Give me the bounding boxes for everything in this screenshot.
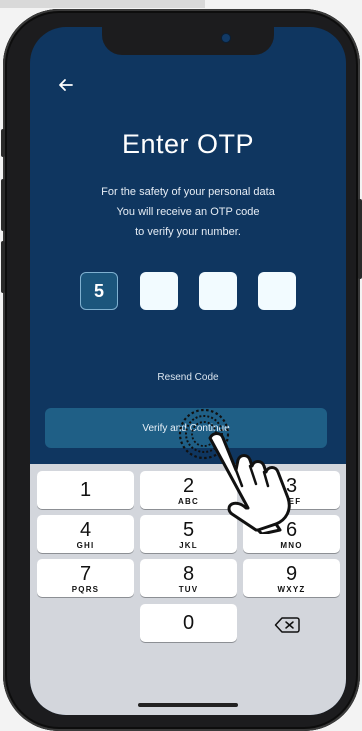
description-line: to verify your number. bbox=[135, 226, 241, 238]
key-5[interactable]: 5 JKL bbox=[140, 515, 237, 553]
key-0[interactable]: 0 bbox=[140, 604, 237, 642]
key-number: 7 bbox=[79, 563, 92, 585]
verify-and-continue-button[interactable]: Verify and Continue bbox=[45, 408, 327, 448]
otp-digit-3[interactable] bbox=[199, 272, 237, 310]
backspace-icon bbox=[274, 617, 300, 633]
key-number: 2 bbox=[182, 475, 195, 497]
verify-button-label: Verify and Continue bbox=[142, 422, 230, 434]
key-number: 6 bbox=[285, 519, 298, 541]
notch bbox=[102, 27, 274, 55]
key-number: 1 bbox=[79, 479, 92, 501]
top-strip bbox=[0, 0, 205, 8]
otp-description: For the safety of your personal data You… bbox=[30, 182, 346, 242]
key-letters: PQRS bbox=[71, 585, 100, 594]
power-button bbox=[358, 199, 362, 279]
key-number: 4 bbox=[79, 519, 92, 541]
key-8[interactable]: 8 TUV bbox=[140, 559, 237, 597]
key-number: 5 bbox=[182, 519, 195, 541]
key-9[interactable]: 9 WXYZ bbox=[243, 559, 340, 597]
home-indicator bbox=[138, 703, 238, 707]
back-button[interactable] bbox=[56, 75, 76, 95]
key-1[interactable]: 1 bbox=[37, 471, 134, 509]
otp-digit-2[interactable] bbox=[140, 272, 178, 310]
phone-screen: Enter OTP For the safety of your persona… bbox=[30, 27, 346, 715]
arrow-left-icon bbox=[59, 79, 73, 91]
key-7[interactable]: 7 PQRS bbox=[37, 559, 134, 597]
resend-code-link[interactable]: Resend Code bbox=[30, 372, 346, 383]
key-letters: TUV bbox=[178, 585, 199, 594]
volume-down-button bbox=[1, 241, 5, 293]
page-title: Enter OTP bbox=[121, 129, 255, 159]
delete-key[interactable] bbox=[274, 616, 300, 634]
key-2[interactable]: 2 ABC bbox=[140, 471, 237, 509]
numeric-keypad: 1 2 ABC 3 DEF 4 GHI 5 JKL 6 MNO 7 PQRS 8… bbox=[30, 464, 346, 715]
key-6[interactable]: 6 MNO bbox=[243, 515, 340, 553]
key-number: 0 bbox=[182, 612, 195, 634]
key-letters: ABC bbox=[178, 497, 199, 506]
key-number: 8 bbox=[182, 563, 195, 585]
otp-digit-4[interactable] bbox=[258, 272, 296, 310]
key-number: 9 bbox=[285, 563, 298, 585]
key-letters: MNO bbox=[280, 541, 303, 550]
key-letters: GHI bbox=[76, 541, 95, 550]
volume-up-button bbox=[1, 179, 5, 231]
otp-digit-1[interactable]: 5 bbox=[80, 272, 118, 310]
key-letters: JKL bbox=[179, 541, 198, 550]
key-number: 3 bbox=[285, 475, 298, 497]
key-letters: WXYZ bbox=[277, 585, 306, 594]
description-line: For the safety of your personal data bbox=[101, 186, 275, 198]
mute-switch bbox=[1, 129, 5, 157]
key-letters: DEF bbox=[281, 497, 302, 506]
key-4[interactable]: 4 GHI bbox=[37, 515, 134, 553]
camera-icon bbox=[222, 34, 230, 42]
description-line: You will receive an OTP code bbox=[116, 206, 260, 218]
key-3[interactable]: 3 DEF bbox=[243, 471, 340, 509]
